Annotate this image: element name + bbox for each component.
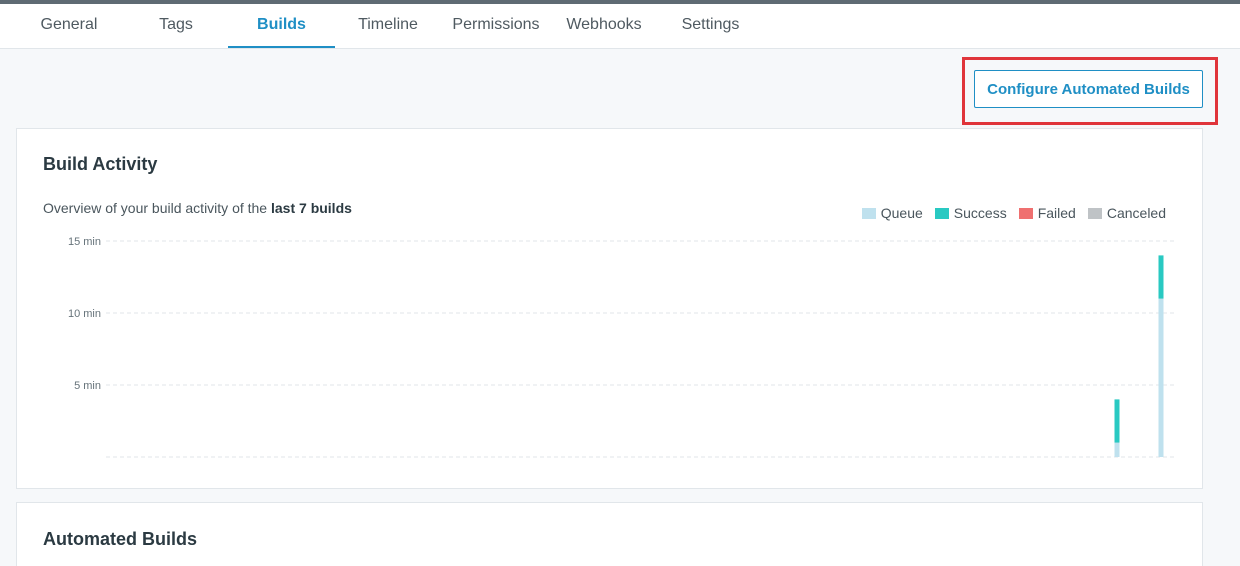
tab-builds[interactable]: Builds <box>228 4 335 48</box>
bar-segment-success <box>1114 399 1120 443</box>
y-tick-label: 5 min <box>74 380 101 392</box>
tab-permissions[interactable]: Permissions <box>441 4 551 48</box>
bar-segment-queue <box>1158 298 1164 457</box>
configure-automated-builds-button[interactable]: Configure Automated Builds <box>974 70 1203 108</box>
tab-general[interactable]: General <box>14 4 124 48</box>
build-activity-card: Build Activity Overview of your build ac… <box>16 128 1203 489</box>
repository-tabs: General Tags Builds Timeline Permissions… <box>0 4 1240 49</box>
automated-builds-title: Automated Builds <box>43 529 198 549</box>
build-activity-chart: 15 min 10 min 5 min <box>68 236 1177 458</box>
tab-settings[interactable]: Settings <box>657 4 764 48</box>
bar-segment-success <box>1158 255 1164 299</box>
tab-tags[interactable]: Tags <box>124 4 228 48</box>
y-tick-label: 15 min <box>68 236 101 248</box>
automated-builds-card: Automated Builds <box>16 502 1203 566</box>
tab-webhooks[interactable]: Webhooks <box>551 4 657 48</box>
bar-segment-queue <box>1114 442 1120 457</box>
tab-timeline[interactable]: Timeline <box>335 4 441 48</box>
y-tick-label: 10 min <box>68 308 101 320</box>
